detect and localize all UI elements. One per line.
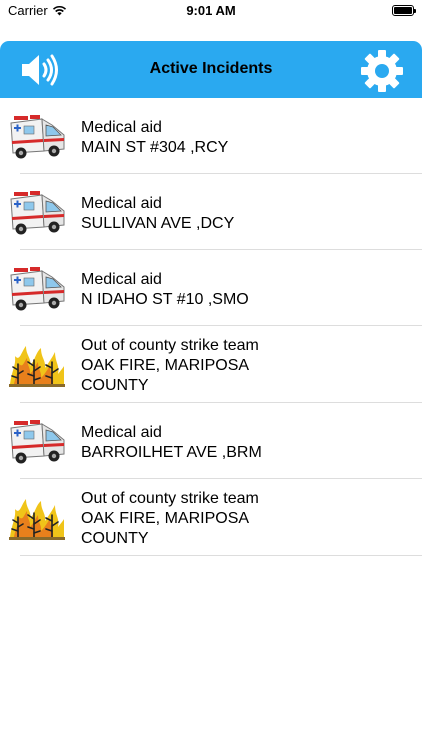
incident-thumbnail <box>8 403 66 479</box>
incident-row[interactable]: Medical aid SULLIVAN AVE ,DCY <box>0 174 422 250</box>
incident-thumbnail <box>8 479 66 556</box>
ambulance-icon <box>10 191 65 235</box>
incident-type: Medical aid <box>81 195 162 212</box>
ambulance-icon <box>10 267 65 311</box>
incident-row[interactable]: Medical aid N IDAHO ST #10 ,SMO <box>0 250 422 326</box>
incident-location-line2: COUNTY <box>81 377 149 394</box>
incident-row[interactable]: Out of county strike team OAK FIRE, MARI… <box>0 326 422 403</box>
incident-type: Medical aid <box>81 271 162 288</box>
incident-thumbnail <box>8 326 66 403</box>
nav-bar: Active Incidents <box>0 41 422 98</box>
incident-location: SULLIVAN AVE ,DCY <box>81 215 235 232</box>
status-time: 9:01 AM <box>186 3 236 18</box>
incident-location-line1: OAK FIRE, MARIPOSA <box>81 357 250 374</box>
incident-thumbnail <box>8 98 66 174</box>
battery-icon <box>392 5 416 16</box>
page-title: Active Incidents <box>149 60 273 77</box>
incident-row[interactable]: Medical aid BARROILHET AVE ,BRM <box>0 403 422 479</box>
incident-location: N IDAHO ST #10 ,SMO <box>81 291 249 308</box>
settings-button[interactable] <box>360 49 404 93</box>
wildfire-icon <box>9 345 65 387</box>
incident-list: Medical aid MAIN ST #304 ,RCY Medical ai… <box>0 98 422 556</box>
wildfire-icon <box>9 498 65 540</box>
incident-row[interactable]: Out of county strike team OAK FIRE, MARI… <box>0 479 422 556</box>
ambulance-icon <box>10 420 65 464</box>
incident-location-line2: COUNTY <box>81 530 149 547</box>
incident-type: Out of county strike team <box>81 337 259 354</box>
incident-type: Out of county strike team <box>81 490 259 507</box>
incident-location: MAIN ST #304 ,RCY <box>81 139 229 156</box>
incident-type: Medical aid <box>81 424 162 441</box>
incident-row[interactable]: Medical aid MAIN ST #304 ,RCY <box>0 98 422 174</box>
ambulance-icon <box>10 115 65 159</box>
incident-type: Medical aid <box>81 119 162 136</box>
row-divider <box>20 555 422 556</box>
incident-location: BARROILHET AVE ,BRM <box>81 444 262 461</box>
incident-thumbnail <box>8 174 66 250</box>
gear-icon <box>361 50 403 92</box>
incident-location-line1: OAK FIRE, MARIPOSA <box>81 510 250 527</box>
status-bar: Carrier 9:01 AM <box>0 0 422 24</box>
incident-thumbnail <box>8 250 66 326</box>
